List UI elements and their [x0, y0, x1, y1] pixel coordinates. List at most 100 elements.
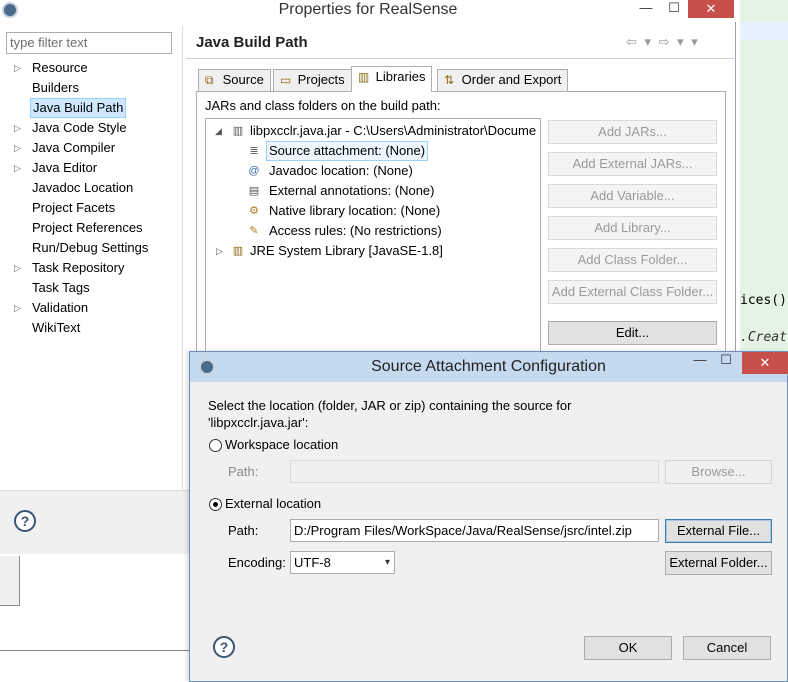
navigation-arrows-icon[interactable]: ⇦ ▾ ⇨ ▾ ▾	[626, 34, 700, 50]
access-rules-icon: ✎	[249, 225, 259, 237]
jar-label: libpxcclr.java.jar - C:\Users\Administra…	[250, 123, 537, 138]
encoding-label: Encoding:	[228, 555, 286, 570]
external-file-button[interactable]: External File...	[665, 519, 772, 543]
background-code-line: ices()	[740, 293, 787, 308]
tree-item-validation[interactable]: ▷ Validation	[0, 298, 182, 318]
tree-item-label: Java Compiler	[32, 140, 116, 155]
tree-item-label: Task Repository	[32, 260, 125, 275]
jar-icon: ▥	[232, 125, 244, 137]
native-library-icon: ⚙	[249, 205, 259, 217]
projects-icon: ▭	[280, 73, 292, 87]
annotations-icon: ▤	[248, 185, 260, 197]
tree-item-label: Project Facets	[32, 200, 116, 215]
order-icon: ⇅	[444, 73, 455, 87]
tree-item-label: Task Tags	[32, 280, 90, 295]
tab-label: Projects	[297, 72, 345, 87]
encoding-value: UTF-8	[294, 555, 331, 570]
minimize-icon[interactable]: —	[632, 0, 660, 18]
add-variable-button[interactable]: Add Variable...	[548, 184, 717, 208]
maximize-icon[interactable]: ☐	[712, 352, 740, 370]
libraries-icon: ▥	[358, 70, 370, 84]
header-separator	[186, 58, 734, 59]
tree-item-project-references[interactable]: Project References	[0, 218, 182, 238]
tree-child-label: Javadoc location: (None)	[269, 163, 413, 178]
tree-item-wikitext[interactable]: WikiText	[0, 318, 182, 338]
workspace-path-field[interactable]	[290, 460, 659, 483]
tab-libraries[interactable]: ▥ Libraries	[351, 66, 433, 92]
external-path-label: Path:	[228, 523, 259, 538]
chevron-down-icon: ▾	[384, 557, 390, 568]
help-icon[interactable]: ?	[213, 636, 235, 658]
edit-button[interactable]: Edit...	[548, 321, 717, 345]
tree-item-label: Run/Debug Settings	[32, 240, 149, 255]
external-location-label[interactable]: External location	[225, 496, 321, 511]
tab-source[interactable]: ⧉ Source	[198, 69, 271, 91]
add-class-folder-button[interactable]: Add Class Folder...	[548, 248, 717, 272]
tab-order-and-export[interactable]: ⇅ Order and Export	[437, 69, 569, 91]
background-editor-current-line	[740, 22, 788, 40]
tree-item-task-repository[interactable]: ▷ Task Repository	[0, 258, 182, 278]
background-window-frame	[0, 556, 20, 606]
source-attachment-dialog: Source Attachment Configuration — ☐ ✕ Se…	[189, 351, 788, 682]
expand-icon[interactable]: ▷	[14, 118, 24, 138]
tab-label: Libraries	[375, 69, 426, 84]
expand-icon[interactable]: ▷	[14, 58, 24, 78]
tree-item-java-build-path[interactable]: Java Build Path	[0, 98, 182, 118]
tree-child-label: Source attachment: (None)	[266, 141, 429, 161]
expand-icon[interactable]: ▷	[216, 241, 223, 261]
page-title: Java Build Path	[196, 34, 308, 51]
add-external-class-folder-button[interactable]: Add External Class Folder...	[548, 280, 717, 304]
workspace-path-label: Path:	[228, 464, 259, 479]
browse-button[interactable]: Browse...	[665, 460, 772, 484]
workspace-location-label[interactable]: Workspace location	[225, 437, 338, 452]
jre-label: JRE System Library [JavaSE-1.8]	[250, 243, 443, 258]
tab-projects[interactable]: ▭ Projects	[273, 69, 352, 91]
tree-item-label: WikiText	[32, 320, 81, 335]
add-library-button[interactable]: Add Library...	[548, 216, 717, 240]
tree-item-project-facets[interactable]: Project Facets	[0, 198, 182, 218]
javadoc-icon: @	[248, 165, 260, 177]
minimize-icon[interactable]: —	[686, 352, 714, 370]
dialog-description-jar: 'libpxcclr.java.jar':	[208, 415, 309, 430]
build-path-tree[interactable]: ◢ ▥ libpxcclr.java.jar - C:\Users\Admini…	[205, 118, 541, 378]
tree-item-javadoc-location[interactable]: Javadoc Location	[0, 178, 182, 198]
close-icon[interactable]: ✕	[688, 0, 734, 18]
tree-item-label: Java Editor	[32, 160, 98, 175]
tree-item-label: Java Build Path	[30, 98, 127, 118]
close-icon[interactable]: ✕	[742, 352, 788, 374]
tree-item-java-code-style[interactable]: ▷ Java Code Style	[0, 118, 182, 138]
add-external-jars-button[interactable]: Add External JARs...	[548, 152, 717, 176]
encoding-select[interactable]: UTF-8 ▾	[290, 551, 395, 574]
pane-divider[interactable]	[182, 26, 183, 490]
external-location-radio[interactable]	[209, 498, 222, 511]
expand-icon[interactable]: ▷	[14, 258, 24, 278]
add-jars-button[interactable]: Add JARs...	[548, 120, 717, 144]
filter-input[interactable]: type filter text	[6, 32, 172, 54]
jar-row[interactable]: ◢ ▥ libpxcclr.java.jar - C:\Users\Admini…	[206, 121, 540, 141]
tree-item-java-compiler[interactable]: ▷ Java Compiler	[0, 138, 182, 158]
external-folder-button[interactable]: External Folder...	[665, 551, 772, 575]
expand-icon[interactable]: ▷	[14, 138, 24, 158]
ok-button[interactable]: OK	[584, 636, 672, 660]
help-icon[interactable]: ?	[14, 510, 36, 532]
tree-item-label: Validation	[32, 300, 89, 315]
expand-icon[interactable]: ▷	[14, 158, 24, 178]
jars-heading: JARs and class folders on the build path…	[205, 98, 441, 113]
tree-item-resource[interactable]: ▷ Resource	[0, 58, 182, 78]
tree-item-builders[interactable]: Builders	[0, 78, 182, 98]
tree-item-label: Resource	[32, 60, 88, 75]
tree-item-label: Builders	[32, 80, 79, 95]
maximize-icon[interactable]: ☐	[660, 0, 688, 18]
cancel-button[interactable]: Cancel	[683, 636, 771, 660]
expand-icon[interactable]: ▷	[14, 298, 24, 318]
tree-item-java-editor[interactable]: ▷ Java Editor	[0, 158, 182, 178]
tree-item-task-tags[interactable]: Task Tags	[0, 278, 182, 298]
tree-item-label: Java Code Style	[32, 120, 127, 135]
tree-child-label: External annotations: (None)	[269, 183, 435, 198]
tree-child-label: Native library location: (None)	[269, 203, 441, 218]
tree-item-run-debug-settings[interactable]: Run/Debug Settings	[0, 238, 182, 258]
background-code-line: .Creat	[740, 330, 787, 345]
expand-icon[interactable]: ◢	[215, 121, 222, 141]
external-path-field[interactable]: D:/Program Files/WorkSpace/Java/RealSens…	[290, 519, 659, 542]
workspace-location-radio[interactable]	[209, 439, 222, 452]
